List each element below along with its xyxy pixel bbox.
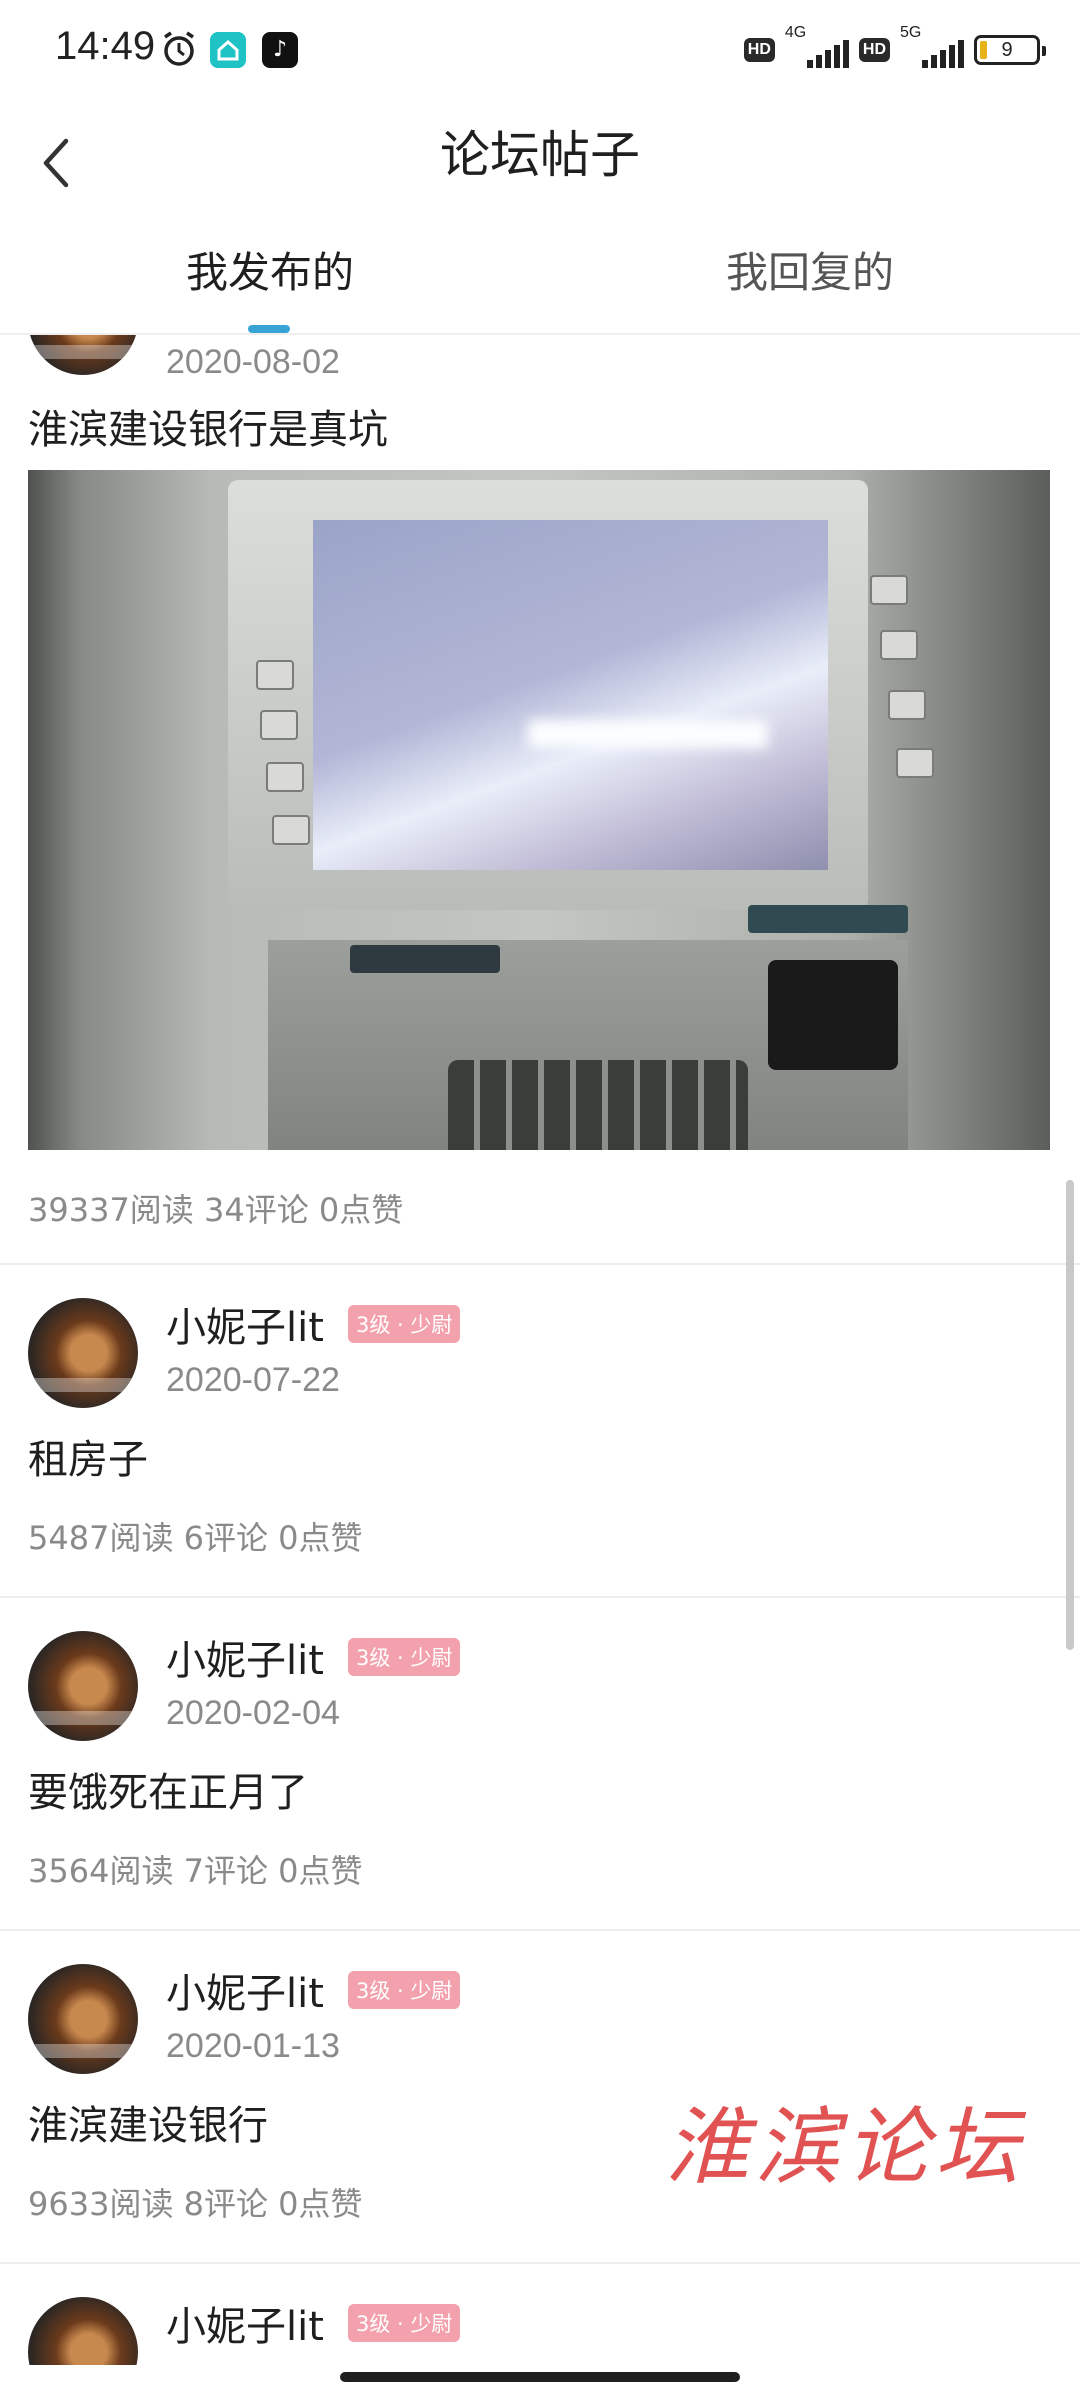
- atm-button: [272, 815, 310, 845]
- tiktok-icon: ♪: [262, 32, 298, 68]
- level-badge: 3级 · 少尉: [348, 2304, 461, 2342]
- username[interactable]: 小妮子lit: [166, 1628, 324, 1686]
- atm-keypad: [448, 1060, 748, 1150]
- battery-icon: 9: [974, 35, 1046, 65]
- username[interactable]: 小妮子lit: [166, 1295, 324, 1353]
- tab-indicator: [248, 325, 290, 333]
- status-indicators: HD 4G HD 5G 9: [743, 24, 1046, 72]
- home-indicator[interactable]: [340, 2372, 740, 2382]
- post-title: 要饿死在正月了: [28, 1770, 308, 1816]
- post-date: 2020-08-02: [166, 343, 340, 381]
- post-title: 淮滨建设银行: [28, 2103, 268, 2149]
- post-date: 2020-01-13: [166, 2027, 340, 2065]
- status-time: 14:49: [55, 24, 156, 68]
- app-header: 论坛帖子: [0, 105, 1080, 225]
- atm-button: [880, 630, 918, 660]
- receipt-slot: [350, 945, 500, 973]
- network-type-label: 4G: [784, 24, 807, 41]
- post-stats: 3564阅读 7评论 0点赞: [28, 1852, 363, 1890]
- tab-bar: 我发布的 我回复的: [0, 225, 1080, 335]
- post-stats: 39337阅读 34评论 0点赞: [28, 1191, 404, 1229]
- post-item[interactable]: 2020-08-02 淮滨建设银行是真坑 39337阅读 34评论 0点赞: [0, 335, 1080, 1265]
- level-badge: 3级 · 少尉: [348, 1305, 461, 1343]
- atm-button: [896, 748, 934, 778]
- forum-watermark: 淮滨论坛: [665, 2098, 1026, 2196]
- tab-my-posts[interactable]: 我发布的: [0, 239, 540, 300]
- signal-4g-icon: 4G: [785, 24, 849, 70]
- avatar[interactable]: [28, 1631, 138, 1741]
- post-date: 2020-02-04: [166, 1694, 340, 1732]
- avatar[interactable]: [28, 2297, 138, 2365]
- network-type-label: 5G: [900, 24, 922, 41]
- status-bar: 14:49 ♪ HD 4G HD 5G 9: [0, 0, 1080, 105]
- atm-button: [266, 762, 304, 792]
- signal-5g-icon: 5G: [900, 24, 964, 70]
- level-badge: 3级 · 少尉: [348, 1971, 461, 2009]
- avatar[interactable]: [28, 1298, 138, 1408]
- alarm-icon: [164, 31, 194, 66]
- post-item[interactable]: 小妮子lit 3级 · 少尉 2020-02-04 要饿死在正月了 3564阅读…: [0, 1598, 1080, 1931]
- post-title: 淮滨建设银行是真坑: [28, 407, 388, 453]
- post-feed[interactable]: 2020-08-02 淮滨建设银行是真坑 39337阅读 34评论 0点赞 小妮…: [0, 335, 1080, 2365]
- post-item[interactable]: 小妮子lit 3级 · 少尉: [0, 2264, 1080, 2365]
- hd-badge: HD: [858, 38, 890, 62]
- avatar[interactable]: [28, 335, 138, 375]
- atm-button: [870, 575, 908, 605]
- card-label: [748, 905, 908, 933]
- home-app-icon: [210, 32, 246, 68]
- post-title: 租房子: [28, 1437, 148, 1483]
- atm-glow: [528, 720, 768, 748]
- post-stats: 5487阅读 6评论 0点赞: [28, 1519, 363, 1557]
- atm-button: [888, 690, 926, 720]
- atm-button: [260, 710, 298, 740]
- post-item[interactable]: 小妮子lit 3级 · 少尉 2020-07-22 租房子 5487阅读 6评论…: [0, 1265, 1080, 1598]
- scrollbar[interactable]: [1066, 1180, 1074, 1650]
- post-date: 2020-07-22: [166, 1361, 340, 1399]
- post-image[interactable]: [28, 470, 1050, 1150]
- tab-my-replies[interactable]: 我回复的: [540, 239, 1080, 300]
- atm-button: [256, 660, 294, 690]
- username[interactable]: 小妮子lit: [166, 1961, 324, 2019]
- atm-screen: [313, 520, 828, 870]
- avatar[interactable]: [28, 1964, 138, 2074]
- post-stats: 9633阅读 8评论 0点赞: [28, 2185, 363, 2223]
- username[interactable]: 小妮子lit: [166, 2294, 324, 2352]
- level-badge: 3级 · 少尉: [348, 1638, 461, 1676]
- page-title: 论坛帖子: [440, 126, 640, 184]
- card-slot: [768, 960, 898, 1070]
- hd-badge: HD: [743, 38, 775, 62]
